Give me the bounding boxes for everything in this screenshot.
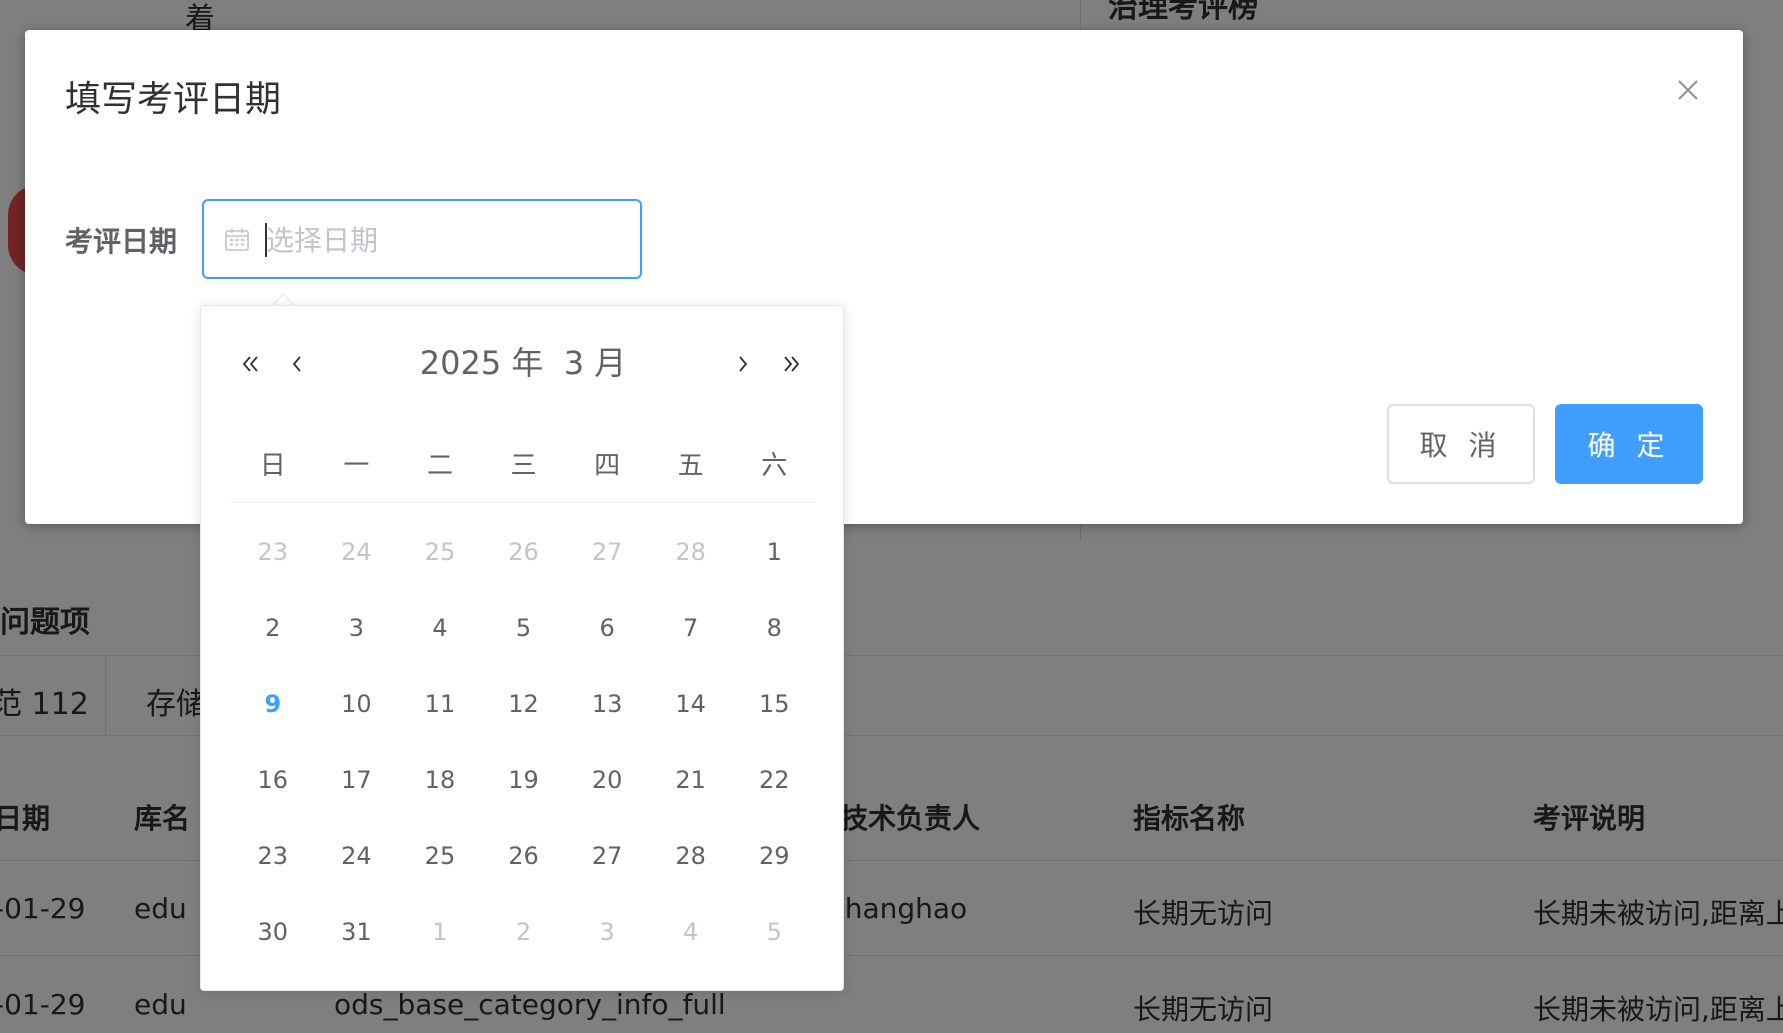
day-cell[interactable]: 14 <box>649 666 733 742</box>
day-cell[interactable]: 10 <box>315 666 399 742</box>
weekday-label: 四 <box>594 451 621 481</box>
day-cell[interactable]: 15 <box>732 666 816 742</box>
calendar-icon <box>224 227 250 253</box>
day-cell[interactable]: 16 <box>231 742 315 818</box>
day-cell[interactable]: 11 <box>398 666 482 742</box>
day-cell[interactable]: 26 <box>482 818 566 894</box>
day-cell-next-month[interactable]: 4 <box>649 894 733 970</box>
day-cell-today[interactable]: 9 <box>231 666 315 742</box>
day-row: 23 24 25 26 27 28 29 <box>231 818 816 894</box>
date-picker-panel: 2025 年 3 月 日 一 二 三 四 五 六 23 24 25 26 27 28 1 2 3… <box>200 305 844 991</box>
cancel-button[interactable]: 取 消 <box>1387 404 1535 484</box>
day-cell[interactable]: 12 <box>482 666 566 742</box>
day-cell[interactable]: 30 <box>231 894 315 970</box>
day-cell[interactable]: 6 <box>565 590 649 666</box>
weekday-label: 二 <box>426 451 453 481</box>
day-cell[interactable]: 3 <box>315 590 399 666</box>
day-row: 16 17 18 19 20 21 22 <box>231 742 816 818</box>
review-date-label: 考评日期 <box>65 225 178 258</box>
day-cell-prev-month[interactable]: 24 <box>315 514 399 590</box>
weekday-label: 一 <box>343 451 370 481</box>
day-cell[interactable]: 29 <box>732 818 816 894</box>
weekday-divider <box>231 502 816 503</box>
close-icon[interactable] <box>1670 72 1706 108</box>
weekday-label: 三 <box>510 451 537 481</box>
day-cell[interactable]: 1 <box>732 514 816 590</box>
chevron-right-icon[interactable] <box>723 344 763 384</box>
day-cell[interactable]: 8 <box>732 590 816 666</box>
day-cell-next-month[interactable]: 2 <box>482 894 566 970</box>
day-cell-next-month[interactable]: 1 <box>398 894 482 970</box>
day-cell[interactable]: 17 <box>315 742 399 818</box>
day-cell[interactable]: 18 <box>398 742 482 818</box>
day-cell[interactable]: 22 <box>732 742 816 818</box>
day-cell[interactable]: 7 <box>649 590 733 666</box>
day-cell[interactable]: 28 <box>649 818 733 894</box>
day-cell-next-month[interactable]: 5 <box>732 894 816 970</box>
day-row: 30 31 1 2 3 4 5 <box>231 894 816 970</box>
dialog-title: 填写考评日期 <box>65 79 282 120</box>
double-chevron-right-icon[interactable] <box>771 344 811 384</box>
weekday-label: 日 <box>259 451 286 481</box>
day-cell[interactable]: 25 <box>398 818 482 894</box>
day-cell-prev-month[interactable]: 26 <box>482 514 566 590</box>
day-cell[interactable]: 20 <box>565 742 649 818</box>
day-row: 2345678 <box>231 590 816 666</box>
date-picker-input[interactable] <box>202 199 642 279</box>
day-row: 9 10 11 12 13 14 15 <box>231 666 816 742</box>
day-cell[interactable]: 19 <box>482 742 566 818</box>
picker-month-label[interactable]: 3 月 <box>564 344 627 382</box>
day-cell-prev-month[interactable]: 28 <box>649 514 733 590</box>
day-cell-prev-month[interactable]: 23 <box>231 514 315 590</box>
day-cell[interactable]: 2 <box>231 590 315 666</box>
day-row: 23 24 25 26 27 28 1 <box>231 514 816 590</box>
confirm-button[interactable]: 确 定 <box>1555 404 1703 484</box>
day-cell-next-month[interactable]: 3 <box>565 894 649 970</box>
date-input-field[interactable] <box>266 213 626 267</box>
weekday-label: 六 <box>761 451 788 481</box>
day-cell[interactable]: 4 <box>398 590 482 666</box>
day-cell[interactable]: 24 <box>315 818 399 894</box>
weekday-header-row: 日 一 二 三 四 五 六 <box>231 446 816 486</box>
day-cell[interactable]: 23 <box>231 818 315 894</box>
day-grid: 23 24 25 26 27 28 1 2 3 4 5 6 7 8 9 10 11 12 13 14 15 16 17 18 1… <box>231 514 816 970</box>
day-cell-prev-month[interactable]: 25 <box>398 514 482 590</box>
day-cell[interactable]: 21 <box>649 742 733 818</box>
day-cell-prev-month[interactable]: 27 <box>565 514 649 590</box>
picker-year-label[interactable]: 2025 年 <box>420 344 544 382</box>
day-cell[interactable]: 27 <box>565 818 649 894</box>
day-cell[interactable]: 5 <box>482 590 566 666</box>
weekday-label: 五 <box>677 451 704 481</box>
day-cell[interactable]: 13 <box>565 666 649 742</box>
day-cell[interactable]: 31 <box>315 894 399 970</box>
